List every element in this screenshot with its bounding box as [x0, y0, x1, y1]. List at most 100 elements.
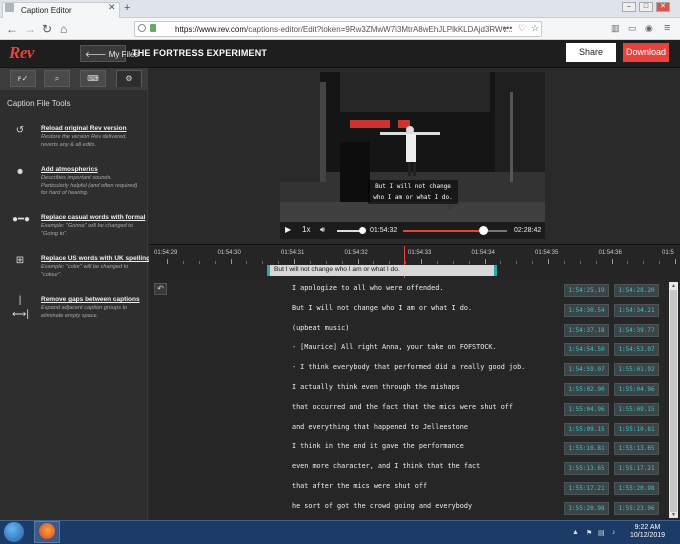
timeline-minor-tick — [182, 261, 184, 264]
reload-icon[interactable]: ↻ — [42, 22, 52, 36]
menu-icon[interactable]: ≡ — [664, 22, 670, 34]
start-timestamp[interactable]: 1:55:04.96 — [564, 402, 609, 416]
info-icon[interactable] — [138, 24, 146, 32]
lock-icon[interactable] — [150, 24, 156, 32]
timeline-tick — [167, 259, 168, 264]
tool-replace-formal[interactable]: Replace casual words with formal — [41, 214, 145, 221]
tool-remove-gaps[interactable]: Remove gaps between captions — [41, 296, 140, 303]
back-icon[interactable]: ← — [6, 22, 18, 36]
transcript-line[interactable]: he sort of got the crowd going and every… — [292, 502, 472, 510]
start-timestamp[interactable]: 1:55:13.65 — [564, 462, 609, 476]
transcript-line[interactable]: - I think everybody that performed did a… — [292, 363, 525, 371]
end-timestamp[interactable]: 1:55:17.21 — [614, 462, 659, 476]
transcript-line[interactable]: I apologize to all who were offended. — [292, 284, 443, 292]
reload-original-icon[interactable]: ↺ — [12, 124, 28, 138]
transcript-line[interactable]: that after the mics were shut off — [292, 482, 427, 490]
end-timestamp[interactable]: 1:54:53.07 — [614, 343, 659, 357]
tool-uk-spelling[interactable]: Replace US words with UK spelling — [41, 255, 150, 262]
browser-tab[interactable]: Caption Editor — [2, 2, 120, 18]
taskbar-clock[interactable]: 9:22 AM 10/12/2019 — [630, 524, 665, 540]
scroll-down-icon[interactable]: ▼ — [671, 512, 676, 518]
volume-knob[interactable] — [359, 227, 366, 234]
remove-gaps-icon[interactable]: |⟷| — [12, 294, 29, 320]
url-bar[interactable]: https://www.rev.com/captions-editor/Edit… — [134, 21, 542, 37]
scroll-up-icon[interactable]: ▲ — [671, 283, 676, 289]
end-timestamp[interactable]: 1:55:10.81 — [614, 422, 659, 436]
transcript-line[interactable]: even more character, and I think that th… — [292, 462, 480, 470]
tray-network-icon[interactable]: ▤ — [598, 529, 605, 537]
start-timestamp[interactable]: 1:54:54.50 — [564, 343, 609, 357]
start-timestamp[interactable]: 1:55:20.98 — [564, 501, 609, 515]
tray-volume-icon[interactable]: ♪ — [612, 529, 616, 536]
end-timestamp[interactable]: 1:54:28.20 — [614, 284, 659, 297]
maximize-icon[interactable]: □ — [639, 2, 653, 12]
keyboard-icon: ⌨ — [87, 74, 99, 83]
rev-logo[interactable]: Rev — [9, 43, 34, 63]
end-timestamp[interactable]: 1:55:13.65 — [614, 442, 659, 456]
tab-tools[interactable]: ⚙ — [116, 70, 142, 87]
end-timestamp[interactable]: 1:55:01.92 — [614, 363, 659, 377]
timeline-minor-tick — [325, 261, 327, 264]
start-timestamp[interactable]: 1:55:09.15 — [564, 422, 609, 436]
end-timestamp[interactable]: 1:55:09.15 — [614, 402, 659, 416]
tray-expand-icon[interactable]: ▲ — [572, 529, 579, 536]
atmospherics-icon[interactable]: ✺ — [12, 166, 28, 180]
forward-icon[interactable]: → — [24, 22, 36, 36]
undo-icon[interactable]: ↶ — [154, 283, 167, 295]
scrollbar-thumb[interactable] — [670, 290, 677, 512]
bookmark-star-icon[interactable]: ☆ — [531, 23, 539, 34]
transcript-line[interactable]: But I will not change who I am or what I… — [292, 304, 472, 312]
my-files-button[interactable]: 🡐 My Files — [80, 45, 138, 62]
start-timestamp[interactable]: 1:55:02.90 — [564, 383, 609, 396]
pocket-icon[interactable]: ♡ — [518, 23, 526, 34]
play-icon[interactable]: ▶ — [285, 225, 291, 235]
end-timestamp[interactable]: 1:54:39.77 — [614, 323, 659, 337]
duration: 02:28:42 — [514, 227, 542, 234]
tab-search[interactable]: ⌕ — [44, 70, 70, 87]
timeline-tick — [294, 259, 295, 264]
new-tab-icon[interactable]: + — [124, 2, 130, 14]
transcript-line[interactable]: - [Maurice] All right Anna, your take on… — [292, 343, 497, 351]
tray-flag-icon[interactable]: ⚑ — [586, 529, 592, 537]
transcript-line[interactable]: (upbeat music) — [292, 324, 349, 332]
transcript-line[interactable]: that occurred and the fact that the mics… — [292, 403, 513, 411]
start-timestamp[interactable]: 1:54:59.07 — [564, 363, 609, 377]
share-button[interactable]: Share — [566, 43, 616, 62]
window-close-icon[interactable]: ✕ — [656, 2, 670, 12]
library-icon[interactable]: ▥ — [611, 23, 620, 34]
timeline-caption-segment[interactable]: But I will not change who I am or what I… — [267, 265, 497, 276]
tool-add-atmospherics[interactable]: Add atmospherics — [41, 166, 98, 173]
volume-icon[interactable]: 🔊︎ — [320, 225, 325, 235]
timeline-minor-tick — [373, 261, 375, 264]
end-timestamp[interactable]: 1:55:23.96 — [614, 501, 659, 515]
start-timestamp[interactable]: 1:54:25.19 — [564, 284, 609, 297]
transcript-line[interactable]: I think in the end it gave the performan… — [292, 442, 464, 450]
formal-words-icon[interactable]: ●━● — [12, 213, 30, 227]
tab-close-icon[interactable]: ✕ — [108, 2, 116, 13]
tab-keyboard[interactable]: ⌨ — [80, 70, 106, 87]
start-timestamp[interactable]: 1:54:37.18 — [564, 323, 609, 337]
start-timestamp[interactable]: 1:55:17.21 — [564, 482, 609, 495]
tool-reload-original[interactable]: Reload original Rev version — [41, 125, 127, 132]
progress-knob[interactable] — [479, 226, 489, 235]
start-timestamp[interactable]: 1:55:10.81 — [564, 442, 609, 456]
gear-icon: ⚙ — [125, 74, 133, 83]
speed-button[interactable]: 1x — [302, 225, 310, 235]
download-button[interactable]: Download — [623, 43, 669, 62]
transcript-line[interactable]: and everything that happened to Jelleest… — [292, 423, 468, 431]
end-timestamp[interactable]: 1:54:34.21 — [614, 303, 659, 317]
end-timestamp[interactable]: 1:55:20.98 — [614, 482, 659, 495]
start-timestamp[interactable]: 1:54:30.54 — [564, 303, 609, 317]
minimize-icon[interactable]: – — [622, 2, 636, 12]
account-icon[interactable]: ◉ — [645, 23, 653, 34]
uk-flag-icon[interactable]: ⊞ — [12, 254, 28, 268]
transcript-line[interactable]: I actually think even through the mishap… — [292, 383, 460, 391]
tab-speakers[interactable]: ꜰ✓ — [10, 70, 36, 87]
home-icon[interactable]: ⌂ — [60, 22, 67, 36]
timeline-minor-tick — [595, 261, 597, 264]
more-icon[interactable]: ••• — [503, 23, 512, 33]
start-button[interactable] — [4, 522, 24, 542]
sidebar-toggle-icon[interactable]: ▭ — [628, 23, 637, 34]
end-timestamp[interactable]: 1:55:04.96 — [614, 383, 659, 396]
tool-gaps-desc: Expand adjacent caption groups to elimin… — [41, 305, 128, 319]
